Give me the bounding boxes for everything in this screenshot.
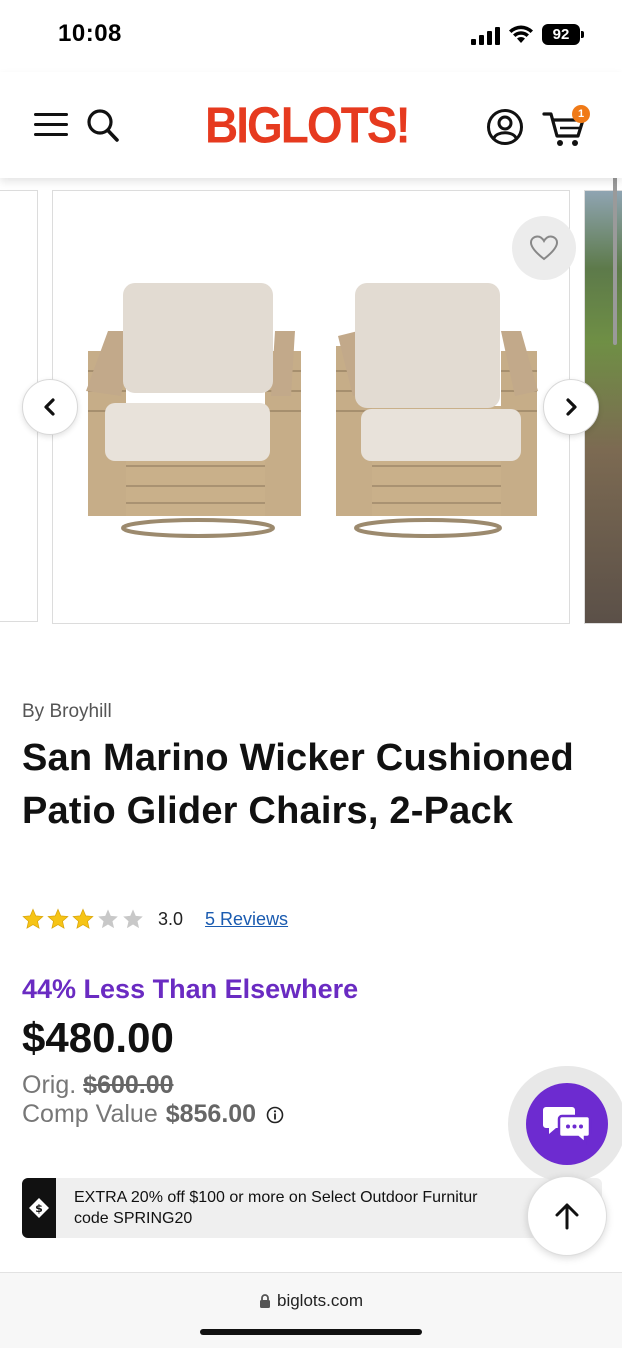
chat-icon — [543, 1107, 592, 1145]
original-price-label: Orig. — [22, 1071, 77, 1099]
chevron-right-icon — [566, 398, 577, 416]
home-indicator[interactable] — [200, 1329, 422, 1335]
url-display[interactable]: biglots.com — [0, 1291, 622, 1311]
star-icon — [72, 908, 94, 929]
logo-big: BIG — [205, 96, 283, 154]
logo-lots: LOTS! — [280, 96, 411, 154]
chat-button[interactable] — [526, 1083, 608, 1165]
comp-value-row: Comp Value $856.00 — [22, 1100, 284, 1129]
cart-count-badge: 1 — [572, 105, 590, 123]
star-icon — [98, 909, 118, 929]
promo-line-2: code SPRING20 — [74, 1210, 193, 1227]
wishlist-button[interactable] — [512, 216, 576, 280]
status-bar: 10:08 92 — [0, 0, 622, 72]
battery-indicator: 92 — [542, 24, 584, 45]
account-icon[interactable] — [486, 108, 524, 146]
rating-row: 3.0 5 Reviews — [22, 906, 288, 932]
glider-chairs-image — [86, 283, 538, 538]
product-brand[interactable]: By Broyhill — [22, 701, 112, 723]
rating-value: 3.0 — [158, 908, 184, 929]
original-price-row: Orig. $600.00 — [22, 1071, 174, 1100]
wifi-icon — [509, 25, 533, 43]
arrow-up-icon — [555, 1203, 579, 1230]
heart-icon — [529, 235, 559, 261]
svg-text:$: $ — [35, 1202, 43, 1215]
scroll-to-top-button[interactable] — [527, 1176, 607, 1256]
current-price: $480.00 — [22, 1014, 174, 1061]
promo-tag: $ — [22, 1178, 56, 1238]
star-icon — [22, 908, 44, 929]
status-time: 10:08 — [58, 20, 122, 47]
next-image-button[interactable] — [543, 379, 599, 435]
menu-icon[interactable] — [34, 112, 68, 138]
product-title: San Marino Wicker Cushioned Patio Glider… — [22, 737, 574, 832]
product-image[interactable] — [52, 190, 570, 624]
site-header: BIG LOTS! — [0, 72, 622, 178]
chevron-left-icon — [44, 398, 55, 416]
cellular-signal-icon — [471, 27, 501, 45]
lock-icon — [260, 1293, 270, 1308]
star-icon — [123, 909, 143, 929]
promo-line-1: EXTRA 20% off $100 or more on Select Out… — [74, 1189, 478, 1206]
star-icon — [47, 908, 69, 929]
comp-value: $856.00 — [165, 1100, 257, 1128]
comp-value-label: Comp Value — [22, 1100, 158, 1128]
reviews-link[interactable]: 5 Reviews — [205, 909, 288, 930]
original-price: $600.00 — [83, 1071, 174, 1099]
price-tag-icon: $ — [29, 1198, 49, 1218]
info-icon[interactable] — [266, 1106, 284, 1124]
previous-image-button[interactable] — [22, 379, 78, 435]
promo-text: EXTRA 20% off $100 or more on Select Out… — [74, 1187, 534, 1229]
savings-label: 44% Less Than Elsewhere — [22, 974, 359, 1004]
star-rating — [22, 908, 144, 930]
browser-url-bar[interactable]: biglots.com — [0, 1272, 622, 1348]
search-icon[interactable] — [86, 108, 120, 144]
biglots-logo[interactable]: BIG LOTS! — [205, 96, 411, 154]
url-text: biglots.com — [277, 1291, 363, 1310]
promo-banner[interactable]: $ EXTRA 20% off $100 or more on Select O… — [22, 1178, 602, 1238]
